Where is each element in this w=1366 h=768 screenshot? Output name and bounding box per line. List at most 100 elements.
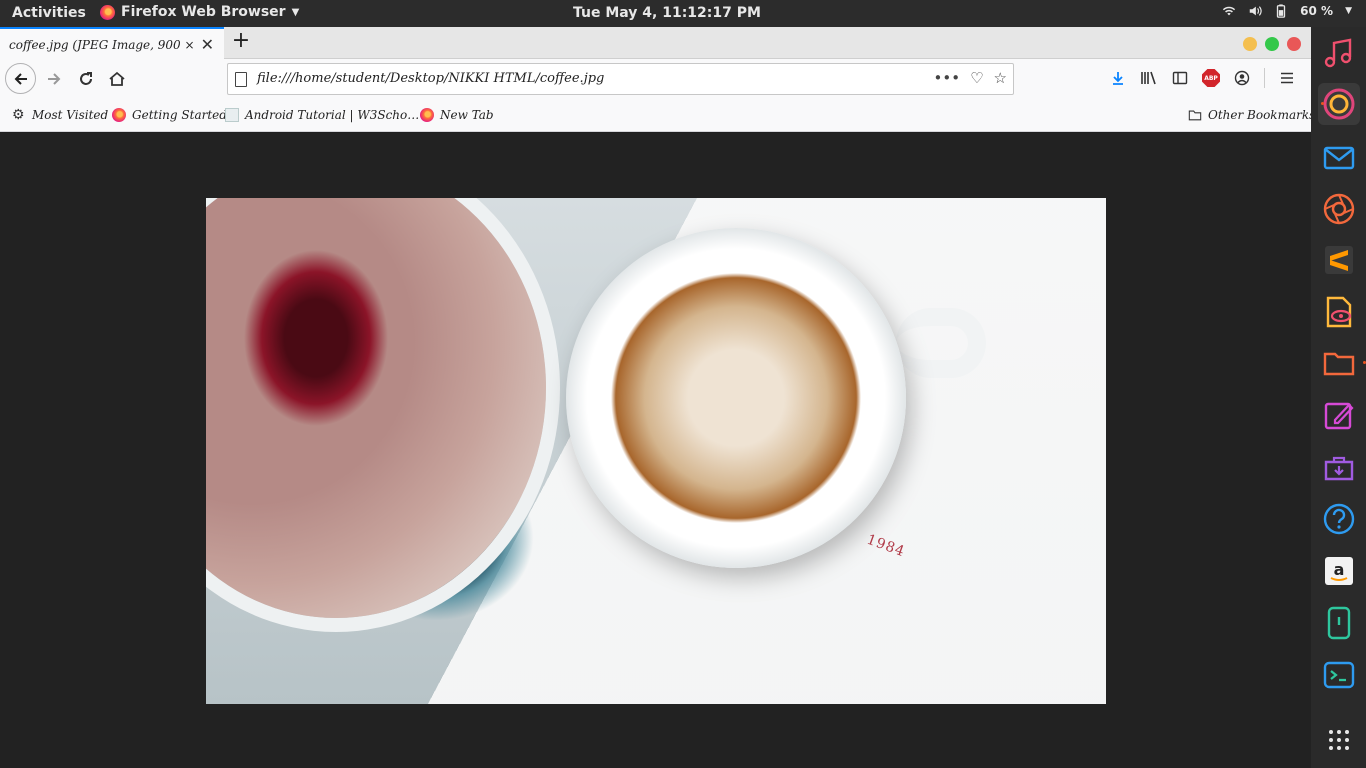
other-bookmarks[interactable]: Other Bookmarks <box>1188 108 1315 122</box>
close-window-button[interactable] <box>1287 37 1301 51</box>
firefox-window: coffee.jpg (JPEG Image, 900 × 506 ✕ + fi… <box>0 27 1315 768</box>
battery-percent: 60 % <box>1300 4 1334 18</box>
volume-icon <box>1249 6 1262 16</box>
bookmark-android-tutorial[interactable]: Android Tutorial | W3Scho… <box>225 108 419 122</box>
dock-amazon[interactable]: a <box>1318 550 1360 592</box>
url-actions: ••• ♡ ☆ <box>934 69 1007 87</box>
tab-active[interactable]: coffee.jpg (JPEG Image, 900 × 506 ✕ <box>0 27 224 60</box>
account-icon[interactable] <box>1234 70 1250 86</box>
page-viewport: 1984 <box>0 133 1311 768</box>
toolbar-right: ABP <box>1110 68 1295 88</box>
oatmeal-bowl <box>206 198 546 618</box>
w3schools-icon <box>225 108 239 122</box>
battery-icon <box>1277 4 1286 18</box>
clock[interactable]: Tue May 4, 11:12:17 PM <box>573 5 761 21</box>
text-editor-icon <box>1324 402 1354 430</box>
home-button[interactable] <box>103 65 131 93</box>
app-menu[interactable]: Firefox Web Browser ▼ <box>100 4 299 20</box>
other-bookmarks-label: Other Bookmarks <box>1208 108 1316 122</box>
ubuntu-dock: a <box>1311 27 1366 768</box>
bookmark-label: Getting Started <box>132 108 227 122</box>
bookmark-label: Android Tutorial | W3Scho… <box>245 108 420 122</box>
back-button[interactable] <box>5 63 36 94</box>
page-icon <box>235 72 247 87</box>
reload-button[interactable] <box>72 65 100 93</box>
arrow-left-icon <box>14 72 27 85</box>
navigation-toolbar: file:///home/student/Desktop/NIKKI HTML/… <box>0 59 1311 99</box>
firefox-icon <box>420 108 434 122</box>
wifi-icon <box>1223 6 1236 16</box>
page-actions-icon[interactable]: ••• <box>934 69 961 87</box>
minimize-button[interactable] <box>1243 37 1257 51</box>
firefox-icon <box>1323 88 1355 120</box>
new-tab-button[interactable]: + <box>229 30 253 54</box>
bookmark-label: New Tab <box>440 108 494 122</box>
cup-handle <box>896 308 986 378</box>
dock-help[interactable] <box>1318 498 1360 540</box>
help-icon <box>1323 503 1355 535</box>
dock-software[interactable] <box>1318 446 1360 488</box>
tab-title: coffee.jpg (JPEG Image, 900 × 506 <box>9 37 195 52</box>
sublime-icon <box>1325 246 1353 274</box>
software-icon <box>1324 456 1354 481</box>
svg-text:a: a <box>1334 560 1345 579</box>
music-icon <box>1324 38 1352 68</box>
pocket-icon[interactable]: ♡ <box>970 69 983 87</box>
phone-icon <box>1327 606 1351 640</box>
toolbar-divider <box>1264 68 1265 88</box>
bookmark-new-tab[interactable]: New Tab <box>420 108 494 122</box>
library-icon[interactable] <box>1140 70 1158 86</box>
system-tray[interactable]: 60 % ▼ <box>1222 4 1352 18</box>
dock-camera[interactable] <box>1318 188 1360 230</box>
sidebar-icon[interactable] <box>1172 70 1188 86</box>
dock-mail[interactable] <box>1318 137 1360 179</box>
running-indicator <box>1321 102 1324 105</box>
coffee-image[interactable]: 1984 <box>206 198 1106 704</box>
dock-document-viewer[interactable] <box>1318 291 1360 333</box>
adblock-plus-icon[interactable]: ABP <box>1202 69 1220 87</box>
bookmark-star-icon[interactable]: ☆ <box>994 69 1007 87</box>
window-controls <box>1243 37 1301 51</box>
app-menu-label: Firefox Web Browser <box>121 4 286 20</box>
folder-icon <box>1188 110 1202 121</box>
document-viewer-icon <box>1326 296 1352 328</box>
activities-button[interactable]: Activities <box>12 5 86 21</box>
arrow-right-icon <box>48 73 61 85</box>
firefox-icon <box>112 108 126 122</box>
dock-files[interactable] <box>1318 342 1366 384</box>
terminal-icon <box>1323 661 1355 689</box>
forward-button[interactable] <box>40 65 68 93</box>
firefox-icon <box>100 4 115 20</box>
dock-terminal[interactable] <box>1318 654 1360 696</box>
home-icon <box>109 71 125 86</box>
bookmarks-toolbar: ⚙ Most Visited Getting Started Android T… <box>0 99 1315 132</box>
dock-text-editor[interactable] <box>1318 394 1360 436</box>
bookmark-getting-started[interactable]: Getting Started <box>112 108 227 122</box>
bookmark-most-visited[interactable]: ⚙ Most Visited <box>12 108 108 122</box>
apps-grid-icon <box>1329 730 1349 750</box>
dock-phone[interactable] <box>1318 602 1360 644</box>
bookmark-label: Most Visited <box>32 108 109 122</box>
dock-show-apps[interactable] <box>1318 719 1360 761</box>
gear-icon: ⚙ <box>12 107 25 123</box>
close-icon[interactable]: ✕ <box>201 35 214 54</box>
chevron-down-icon: ▼ <box>291 6 300 18</box>
dock-firefox[interactable] <box>1318 83 1360 125</box>
tab-bar: coffee.jpg (JPEG Image, 900 × 506 ✕ + <box>0 27 1311 60</box>
gnome-top-bar: Activities Firefox Web Browser ▼ Tue May… <box>0 0 1366 27</box>
dock-sublime[interactable] <box>1318 239 1360 281</box>
url-input[interactable]: file:///home/student/Desktop/NIKKI HTML/… <box>257 71 604 86</box>
reload-icon <box>80 72 92 85</box>
hamburger-menu-icon[interactable] <box>1279 70 1295 86</box>
mail-icon <box>1323 146 1355 170</box>
files-icon <box>1323 352 1355 376</box>
download-icon[interactable] <box>1110 70 1126 86</box>
chevron-down-icon: ▼ <box>1345 6 1352 16</box>
dock-music[interactable] <box>1318 32 1360 74</box>
amazon-icon: a <box>1325 557 1353 585</box>
book-title: 1984 <box>864 531 908 561</box>
camera-icon <box>1323 193 1355 225</box>
maximize-button[interactable] <box>1265 37 1279 51</box>
url-bar[interactable]: file:///home/student/Desktop/NIKKI HTML/… <box>227 63 1014 95</box>
coffee-cup <box>566 228 906 568</box>
